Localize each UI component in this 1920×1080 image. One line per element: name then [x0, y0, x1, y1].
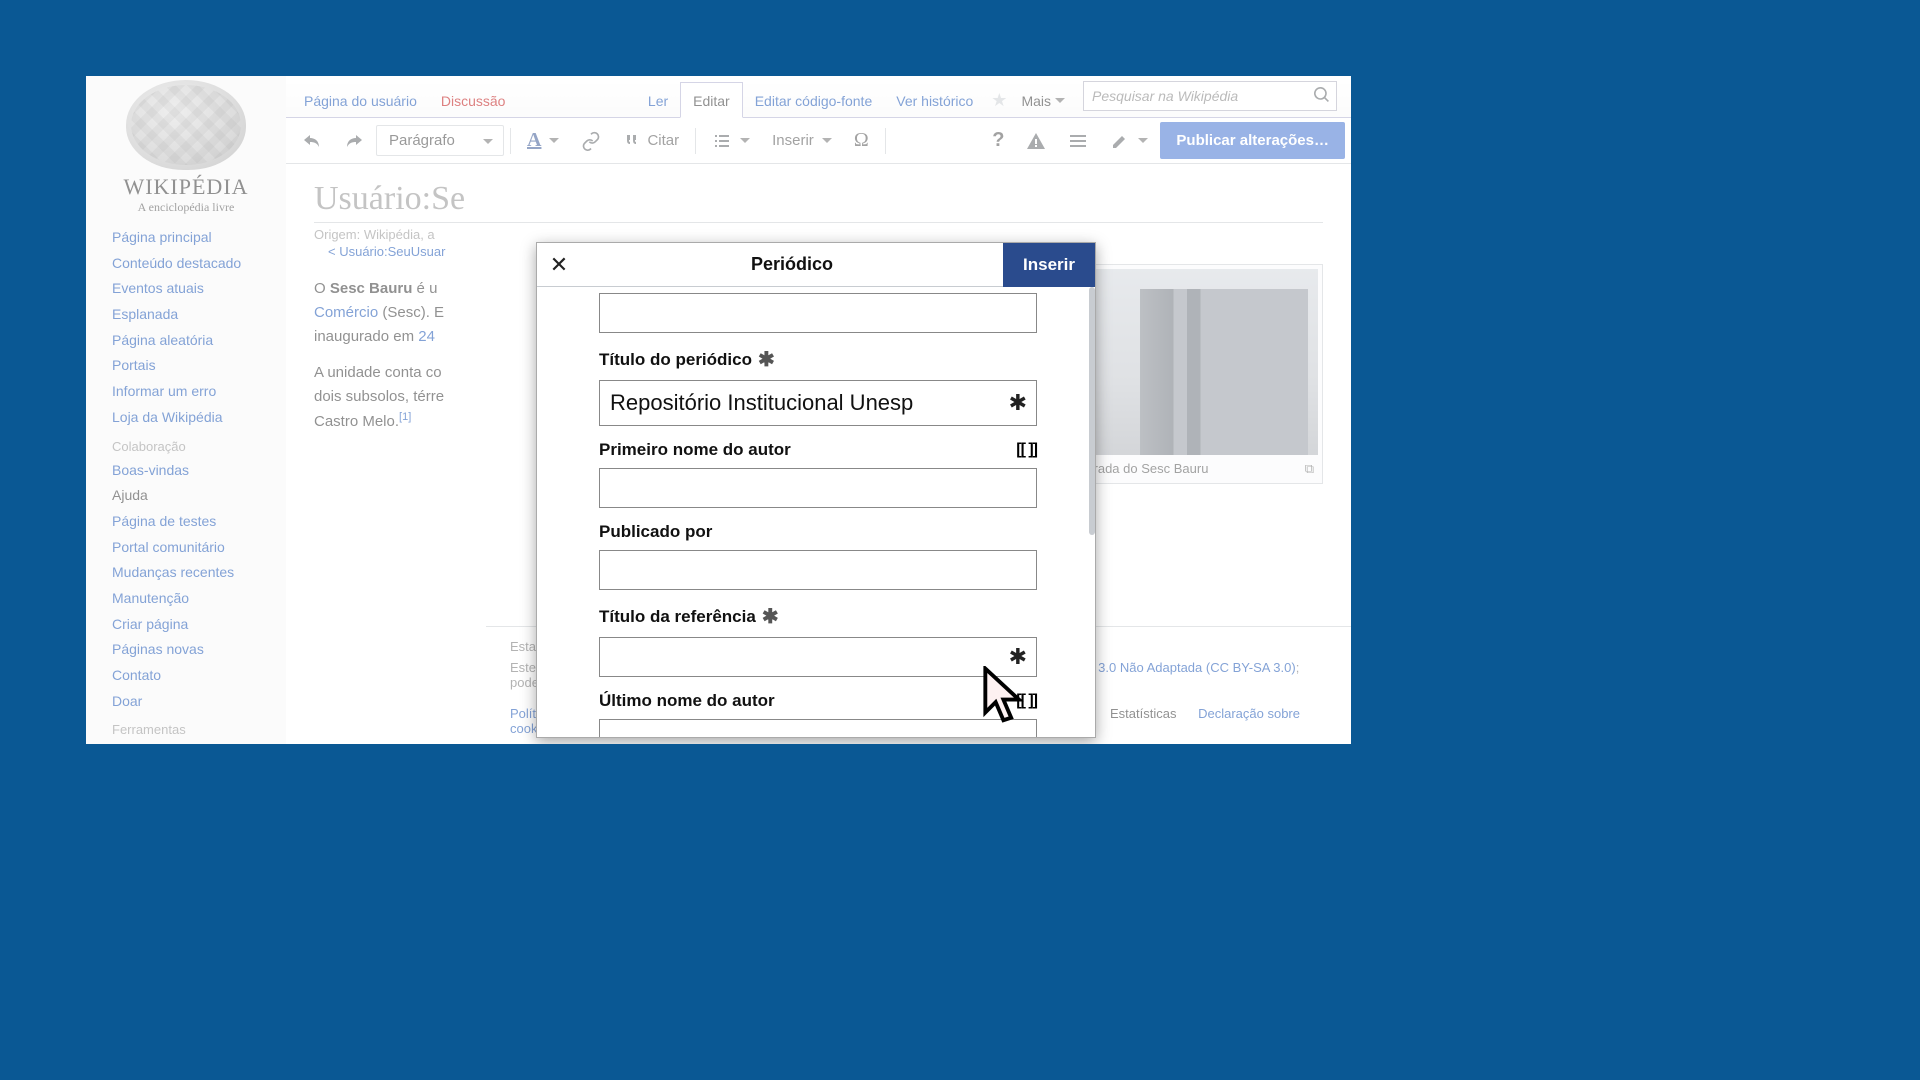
page-options-button[interactable]: [1058, 125, 1098, 157]
page-title: Usuário:Se: [314, 180, 1323, 223]
nav-sandbox[interactable]: Página de testes: [86, 509, 286, 535]
tab-edit[interactable]: Editar: [680, 82, 743, 118]
close-icon[interactable]: ✕: [537, 243, 581, 287]
separator: [695, 128, 696, 154]
text-style-button[interactable]: A: [517, 123, 569, 158]
wikipedia-globe-icon: [126, 80, 246, 170]
enlarge-icon[interactable]: ⧉: [1305, 461, 1314, 477]
help-button[interactable]: ?: [982, 123, 1014, 158]
wikilink-icon[interactable]: [[ ]]: [1016, 441, 1037, 459]
page-tabs: Página do usuário Discussão Ler Editar E…: [286, 76, 1351, 118]
label-ref-title: Título da referência✱: [599, 604, 1037, 629]
redo-button[interactable]: [334, 125, 374, 157]
nav-contact[interactable]: Contato: [86, 663, 286, 689]
nav-random[interactable]: Página aleatória: [86, 328, 286, 354]
input-publisher[interactable]: [599, 550, 1037, 590]
nav-new-pages[interactable]: Páginas novas: [86, 637, 286, 663]
cite-button[interactable]: Citar: [613, 125, 689, 157]
nav-esplanada[interactable]: Esplanada: [86, 302, 286, 328]
input-last-name[interactable]: [599, 719, 1037, 737]
separator: [885, 128, 886, 154]
required-icon: ✱: [758, 347, 775, 372]
scrollbar[interactable]: [1089, 287, 1095, 535]
nav-current-events[interactable]: Eventos atuais: [86, 276, 286, 302]
field-badge-icon: ✱: [1009, 390, 1027, 416]
sidebar: WIKIPÉDIA A enciclopédia livre Página pr…: [86, 76, 286, 744]
logo-wordmark: WIKIPÉDIA: [86, 174, 286, 200]
edit-mode-button[interactable]: [1100, 125, 1158, 157]
nav-welcome[interactable]: Boas-vindas: [86, 458, 286, 484]
nav-featured[interactable]: Conteúdo destacado: [86, 251, 286, 277]
tab-more-dropdown[interactable]: Mais: [1013, 83, 1073, 117]
logo-tagline: A enciclopédia livre: [86, 200, 286, 215]
nav-heading-tools: Ferramentas: [86, 714, 286, 741]
infobox-image[interactable]: [1070, 269, 1318, 455]
nav-help[interactable]: Ajuda: [86, 483, 286, 509]
label-journal-title: Título do periódico✱: [599, 347, 1037, 372]
link-date[interactable]: 24: [418, 328, 435, 345]
separator: [510, 128, 511, 154]
dialog-header: ✕ Periódico Inserir: [537, 243, 1095, 287]
tab-history[interactable]: Ver histórico: [884, 83, 985, 117]
paragraph-format-dropdown[interactable]: Parágrafo: [376, 125, 504, 156]
search-box[interactable]: [1083, 81, 1337, 111]
logo[interactable]: WIKIPÉDIA A enciclopédia livre: [86, 76, 286, 225]
nav-main-page[interactable]: Página principal: [86, 225, 286, 251]
nav-whatlinkshere[interactable]: Páginas afluentes: [86, 741, 286, 744]
field-prev-partial[interactable]: [599, 293, 1037, 333]
link-button[interactable]: [571, 125, 611, 157]
nav-portals[interactable]: Portais: [86, 353, 286, 379]
tab-read[interactable]: Ler: [636, 83, 680, 117]
dialog-insert-button[interactable]: Inserir: [1003, 243, 1095, 287]
tab-discussion[interactable]: Discussão: [429, 83, 518, 117]
required-icon: ✱: [762, 604, 779, 629]
input-first-name[interactable]: [599, 468, 1037, 508]
nav-create[interactable]: Criar página: [86, 612, 286, 638]
nav-store[interactable]: Loja da Wikipédia: [86, 405, 286, 431]
search-icon[interactable]: [1308, 87, 1336, 106]
nav-donate[interactable]: Doar: [86, 689, 286, 715]
special-char-button[interactable]: Ω: [844, 123, 879, 158]
label-last-name: Último nome do autor: [599, 691, 775, 711]
input-journal-title[interactable]: [599, 380, 1037, 426]
publish-button[interactable]: Publicar alterações…: [1160, 122, 1345, 159]
reference-1[interactable]: [1]: [399, 411, 411, 423]
app-window: WIKIPÉDIA A enciclopédia livre Página pr…: [86, 76, 1351, 744]
nav-recent[interactable]: Mudanças recentes: [86, 560, 286, 586]
cursor-icon: [980, 666, 1032, 728]
infobox-caption: Entrada do Sesc Bauru ⧉: [1070, 455, 1318, 479]
list-button[interactable]: [702, 125, 760, 157]
link-comercio[interactable]: Comércio: [314, 304, 378, 321]
citation-dialog: ✕ Periódico Inserir Título do periódico✱…: [536, 242, 1096, 738]
label-first-name: Primeiro nome do autor: [599, 440, 791, 460]
nav-heading-collab: Colaboração: [86, 431, 286, 458]
tab-edit-source[interactable]: Editar código-fonte: [743, 83, 885, 117]
page-origin: Origem: Wikipédia, a: [314, 227, 1323, 242]
notices-button[interactable]: [1016, 125, 1056, 157]
footer-statistics[interactable]: Estatísticas: [1110, 706, 1176, 721]
editor-toolbar: Parágrafo A Citar Inserir Ω ? Publicar a…: [286, 118, 1351, 164]
insert-dropdown[interactable]: Inserir: [762, 126, 842, 155]
input-ref-title[interactable]: [599, 637, 1037, 677]
nav-report[interactable]: Informar um erro: [86, 379, 286, 405]
infobox: Entrada do Sesc Bauru ⧉: [1065, 264, 1323, 484]
nav-community[interactable]: Portal comunitário: [86, 535, 286, 561]
label-publisher: Publicado por: [599, 522, 1037, 542]
nav-maintenance[interactable]: Manutenção: [86, 586, 286, 612]
search-input[interactable]: [1084, 88, 1308, 104]
watch-star-icon[interactable]: ★: [985, 90, 1013, 117]
tab-user-page[interactable]: Página do usuário: [292, 83, 429, 117]
undo-button[interactable]: [292, 125, 332, 157]
dialog-title: Periódico: [581, 254, 1003, 275]
